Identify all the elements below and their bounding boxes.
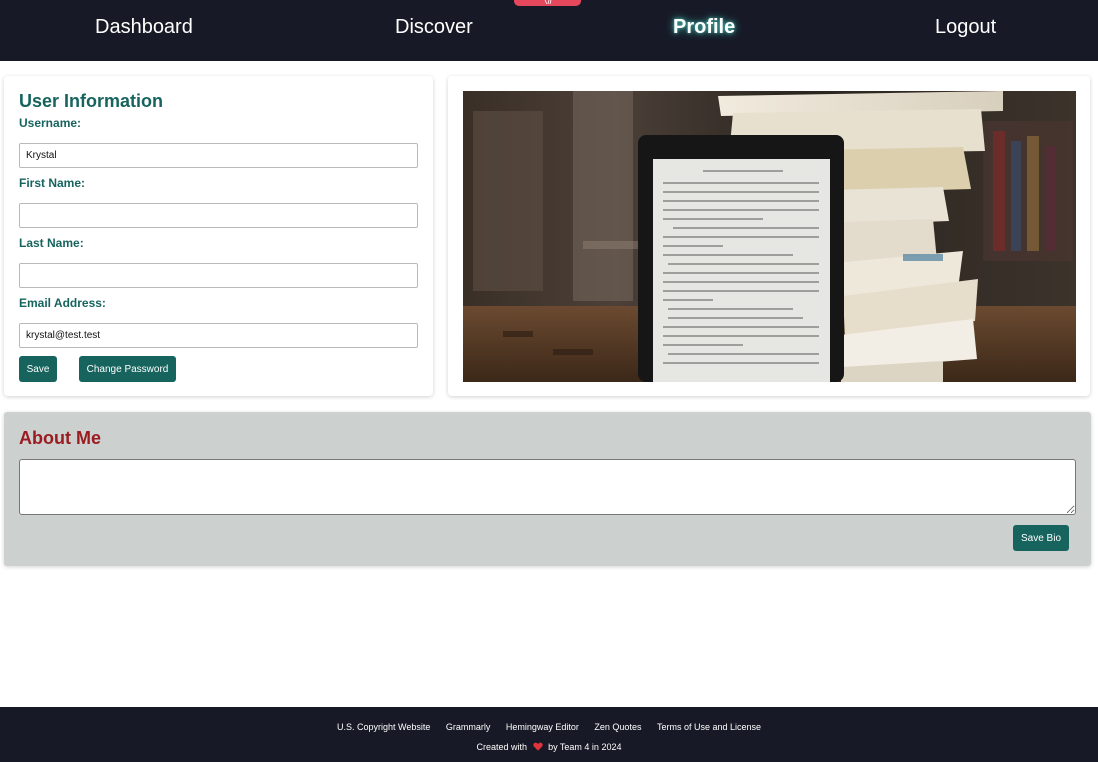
first-name-input[interactable] <box>19 203 418 228</box>
footer-link-hemingway[interactable]: Hemingway Editor <box>506 722 579 732</box>
footer-link-copyright[interactable]: U.S. Copyright Website <box>337 722 430 732</box>
user-information-card: User Information Username: First Name: L… <box>4 76 433 396</box>
username-input[interactable] <box>19 143 418 168</box>
bio-textarea[interactable] <box>19 459 1076 515</box>
nav-dashboard-link[interactable]: Dashboard <box>95 14 193 40</box>
footer-link-grammarly[interactable]: Grammarly <box>446 722 491 732</box>
save-button[interactable]: Save <box>19 356 57 382</box>
footer: U.S. Copyright Website Grammarly Hemingw… <box>0 707 1098 762</box>
credit-prefix: Created with <box>476 742 528 752</box>
last-name-label: Last Name: <box>19 236 84 250</box>
footer-link-zen-quotes[interactable]: Zen Quotes <box>594 722 641 732</box>
credit-suffix: by Team 4 in 2024 <box>548 742 622 752</box>
change-password-button[interactable]: Change Password <box>79 356 176 382</box>
profile-image-card <box>448 76 1090 396</box>
nav-discover-link[interactable]: Discover <box>395 14 473 40</box>
top-navigation: Dashboard Discover Profile Logout <box>0 0 1098 61</box>
user-information-title: User Information <box>19 91 164 111</box>
save-bio-button[interactable]: Save Bio <box>1013 525 1069 551</box>
email-label: Email Address: <box>19 296 106 310</box>
about-me-title: About Me <box>19 428 101 448</box>
first-name-label: First Name: <box>19 176 86 190</box>
nav-profile-link[interactable]: Profile <box>673 14 735 40</box>
footer-links: U.S. Copyright Website Grammarly Hemingw… <box>0 722 1098 732</box>
username-label: Username: <box>19 116 82 130</box>
email-input[interactable] <box>19 323 418 348</box>
nav-logout-link[interactable]: Logout <box>935 14 996 40</box>
books-ereader-photo <box>463 91 1076 382</box>
footer-link-terms[interactable]: Terms of Use and License <box>657 722 761 732</box>
footer-credit: Created with by Team 4 in 2024 <box>0 742 1098 752</box>
nav-indicator-icon <box>544 0 552 4</box>
heart-icon <box>532 742 543 751</box>
last-name-input[interactable] <box>19 263 418 288</box>
about-me-section: About Me Save Bio <box>4 412 1091 566</box>
